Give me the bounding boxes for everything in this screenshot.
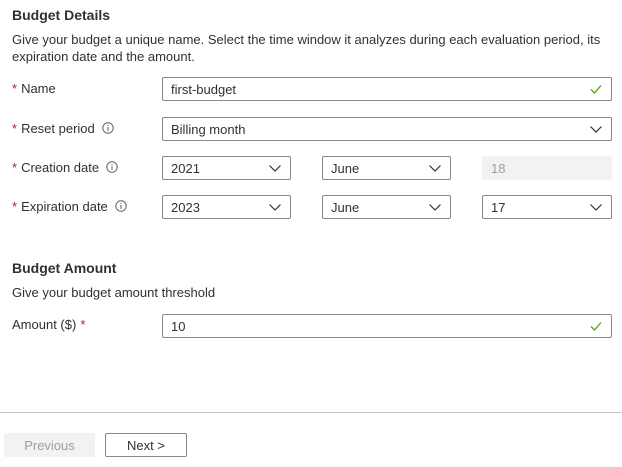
budget-amount-description: Give your budget amount threshold <box>12 285 216 300</box>
creation-day-field: 18 <box>482 156 612 180</box>
chevron-down-icon <box>428 200 442 214</box>
amount-input[interactable]: 10 <box>162 314 612 338</box>
creation-year-select[interactable]: 2021 <box>162 156 291 180</box>
chevron-down-icon <box>268 161 282 175</box>
required-marker: * <box>80 316 86 332</box>
reset-period-label: * Reset period <box>12 120 114 136</box>
budget-details-description: Give your budget a unique name. Select t… <box>12 32 601 64</box>
chevron-down-icon <box>589 122 603 136</box>
checkmark-icon <box>589 82 603 96</box>
chevron-down-icon <box>428 161 442 175</box>
next-button[interactable]: Next > <box>105 433 187 457</box>
info-icon[interactable] <box>106 161 118 173</box>
amount-label-text: Amount ($) <box>12 316 77 332</box>
creation-month-select[interactable]: June <box>322 156 451 180</box>
required-marker: * <box>12 80 18 96</box>
chevron-down-icon <box>589 200 603 214</box>
name-input[interactable]: first-budget <box>162 77 612 101</box>
expiration-year-select[interactable]: 2023 <box>162 195 291 219</box>
expiration-year-value: 2023 <box>171 199 200 215</box>
name-label-text: Name <box>21 80 56 96</box>
chevron-down-icon <box>268 200 282 214</box>
footer-divider <box>0 412 622 413</box>
creation-month-value: June <box>331 160 360 176</box>
checkmark-icon <box>589 319 603 333</box>
reset-period-label-text: Reset period <box>21 120 95 136</box>
budget-details-title: Budget Details <box>12 7 111 23</box>
required-marker: * <box>12 198 18 214</box>
reset-period-value: Billing month <box>171 121 246 137</box>
expiration-month-value: June <box>331 199 360 215</box>
amount-label: Amount ($) * <box>12 316 85 332</box>
reset-period-select[interactable]: Billing month <box>162 117 612 141</box>
name-input-value: first-budget <box>171 81 237 97</box>
creation-day-value: 18 <box>491 160 506 176</box>
expiration-day-select[interactable]: 17 <box>482 195 612 219</box>
creation-date-label-text: Creation date <box>21 159 100 175</box>
creation-year-value: 2021 <box>171 160 200 176</box>
info-icon[interactable] <box>115 200 127 212</box>
required-marker: * <box>12 120 18 136</box>
expiration-date-label-text: Expiration date <box>21 198 108 214</box>
required-marker: * <box>12 159 18 175</box>
expiration-month-select[interactable]: June <box>322 195 451 219</box>
name-label: * Name <box>12 80 56 96</box>
info-icon[interactable] <box>102 122 114 134</box>
budget-amount-title: Budget Amount <box>12 260 117 276</box>
amount-input-value: 10 <box>171 318 186 334</box>
creation-date-label: * Creation date <box>12 159 118 175</box>
expiration-date-label: * Expiration date <box>12 198 127 214</box>
expiration-day-value: 17 <box>491 199 506 215</box>
previous-button[interactable]: Previous <box>4 433 95 457</box>
